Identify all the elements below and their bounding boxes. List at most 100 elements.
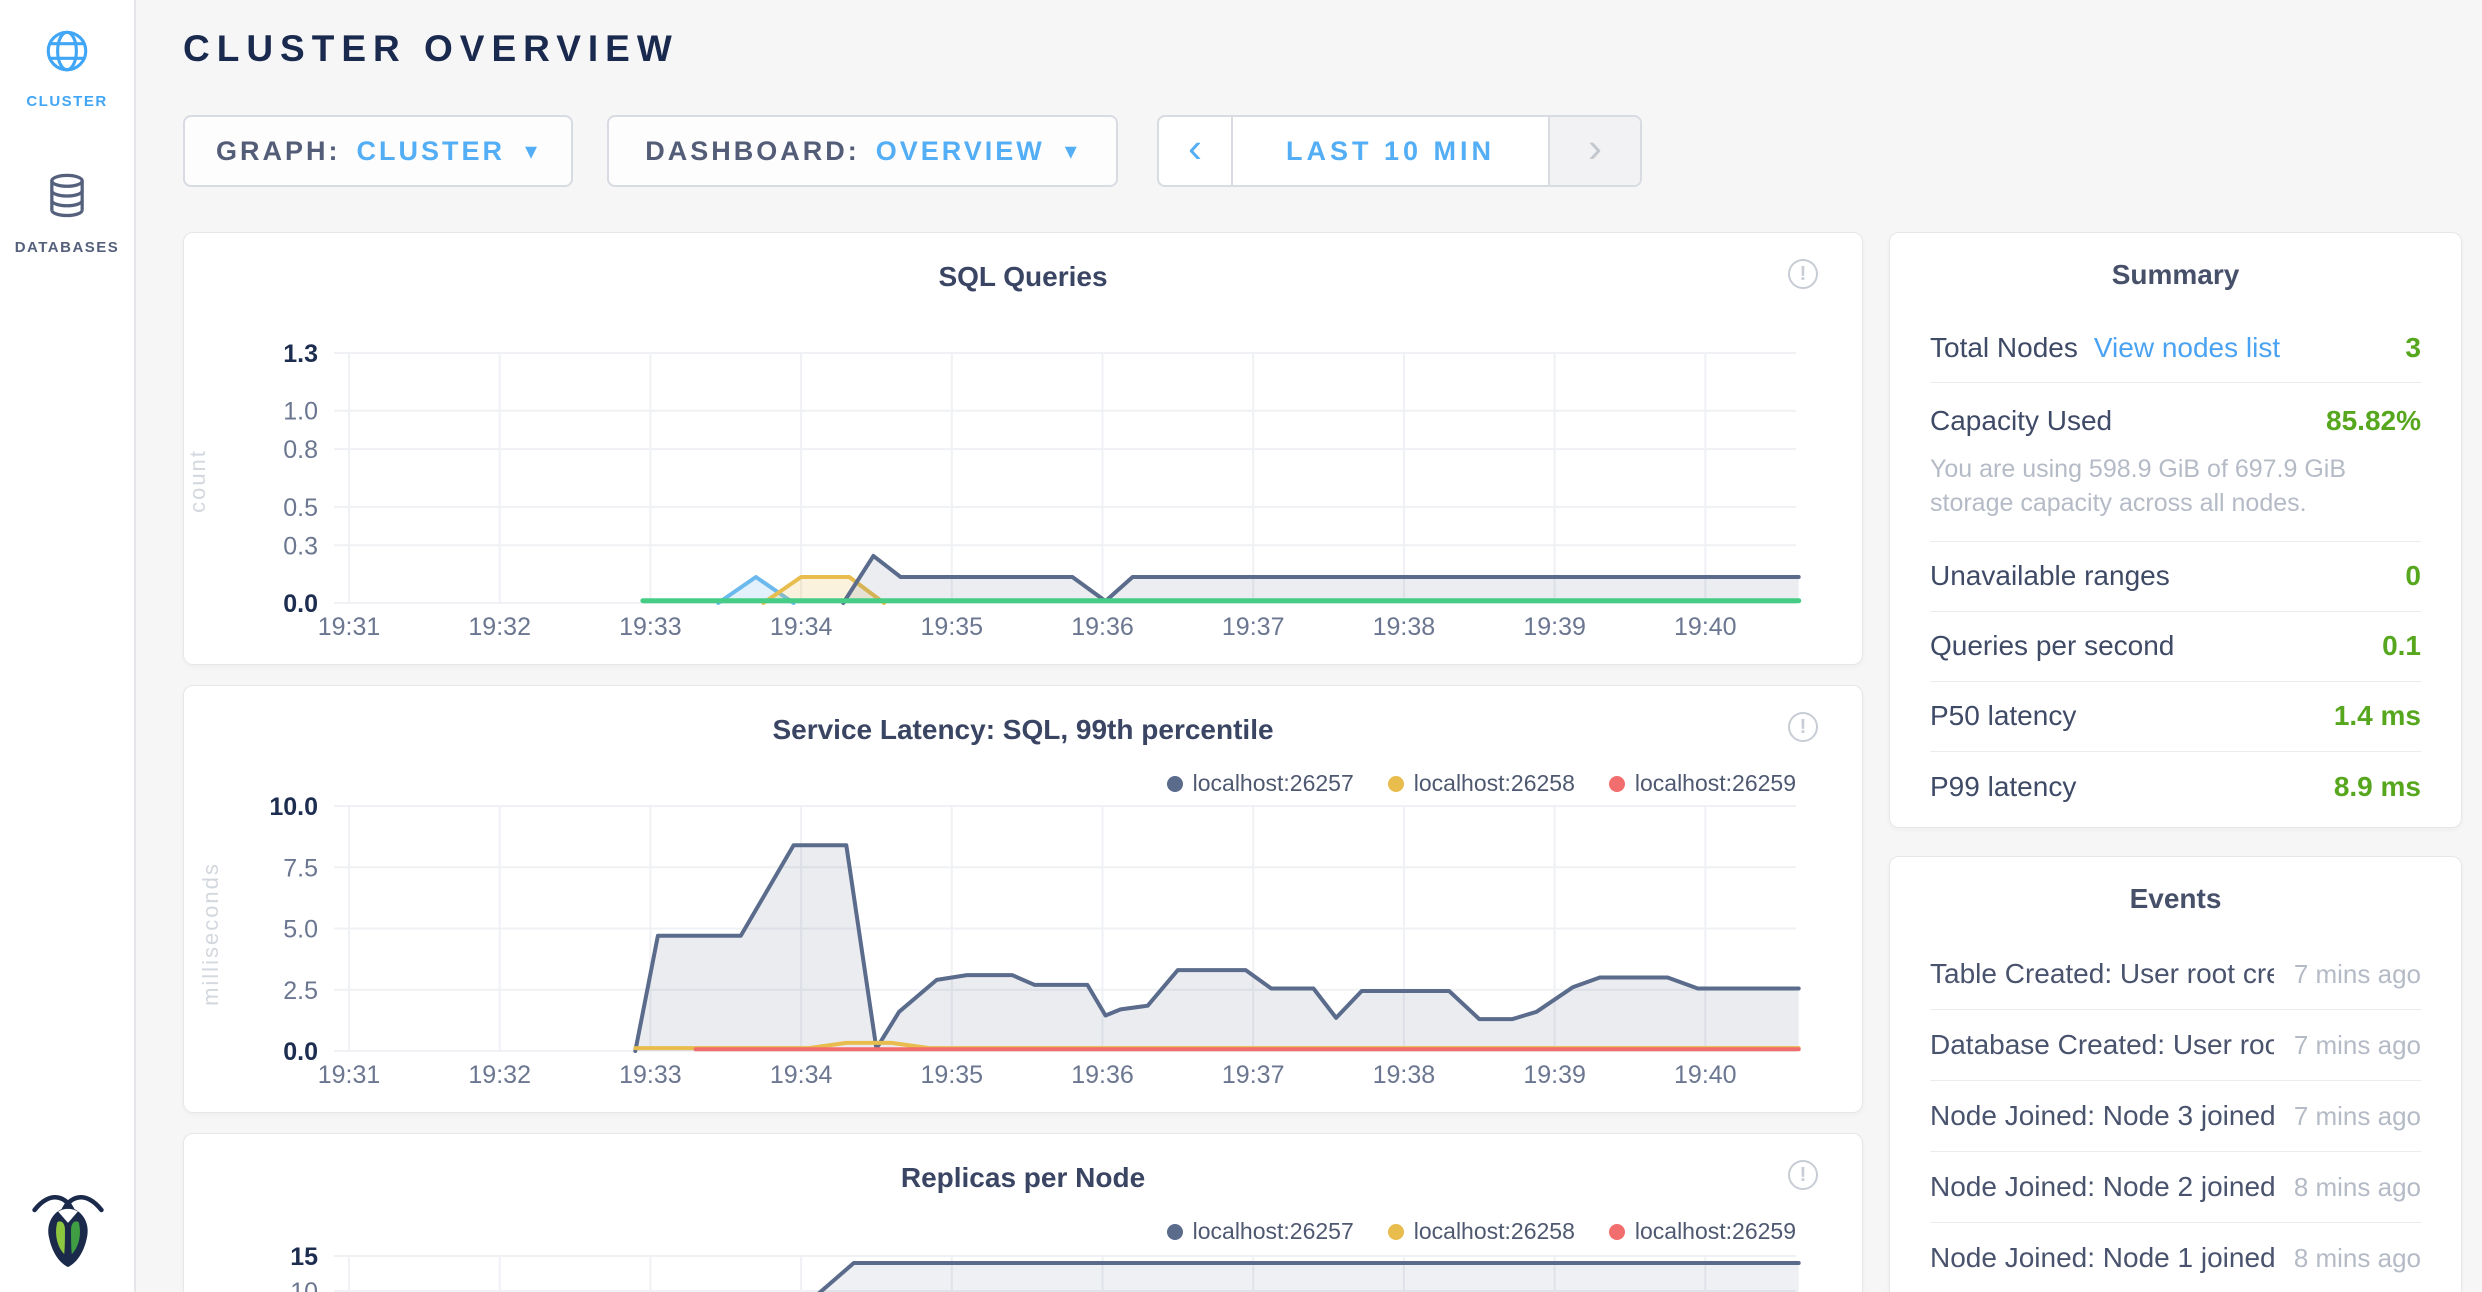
svg-text:19:37: 19:37 xyxy=(1222,1061,1285,1089)
summary-panel: Summary Total Nodes View nodes list 3 Ca… xyxy=(1889,232,2462,828)
sidebar-item-label: DATABASES xyxy=(15,239,120,256)
event-text: Node Joined: Node 1 joined... xyxy=(1930,1242,2274,1274)
svg-text:19:36: 19:36 xyxy=(1071,1061,1134,1089)
svg-text:19:32: 19:32 xyxy=(468,1061,531,1089)
svg-text:19:34: 19:34 xyxy=(770,1061,833,1089)
svg-text:19:40: 19:40 xyxy=(1674,613,1737,641)
charts-column: SQL Queries ! count 19:3119:3219:3319:34… xyxy=(183,232,1863,1292)
chevron-down-icon: ▾ xyxy=(1065,137,1080,166)
service-latency-chart-card: Service Latency: SQL, 99th percentile ! … xyxy=(183,685,1863,1113)
dashboard-dropdown-value: OVERVIEW xyxy=(876,136,1045,167)
database-icon xyxy=(41,170,93,227)
replicas-per-node-chart-card: Replicas per Node ! localhost:26257local… xyxy=(183,1133,1863,1292)
summary-row-total-nodes: Total Nodes View nodes list 3 xyxy=(1930,313,2421,383)
summary-value: 0 xyxy=(2405,560,2421,592)
event-row: Table Created: User root cre... 7 mins a… xyxy=(1930,939,2421,1010)
event-row: Node Joined: Node 2 joined... 8 mins ago xyxy=(1930,1152,2421,1223)
controls-bar: GRAPH: CLUSTER ▾ DASHBOARD: OVERVIEW ▾ ‹… xyxy=(183,115,1642,187)
page-title: CLUSTER OVERVIEW xyxy=(183,28,679,70)
events-title: Events xyxy=(1930,857,2421,915)
event-text: Database Created: User roo... xyxy=(1930,1029,2274,1061)
svg-text:0.0: 0.0 xyxy=(283,590,318,618)
summary-label: P99 latency xyxy=(1930,771,2076,803)
right-column: Summary Total Nodes View nodes list 3 Ca… xyxy=(1889,232,2462,1292)
svg-text:19:39: 19:39 xyxy=(1523,613,1586,641)
event-time: 7 mins ago xyxy=(2294,959,2421,990)
summary-row: P50 latency 1.4 ms xyxy=(1930,682,2421,752)
sql-queries-chart: 19:31 19:32 19:33 19:34 19:35 19:36 19:37 19:38… xyxy=(184,233,1864,666)
dashboard-dropdown-label: DASHBOARD: xyxy=(645,136,860,167)
svg-text:19:37: 19:37 xyxy=(1222,613,1285,641)
time-range-selector: ‹ LAST 10 MIN › xyxy=(1157,115,1642,187)
event-text: Node Joined: Node 3 joined... xyxy=(1930,1100,2274,1132)
svg-text:19:40: 19:40 xyxy=(1674,1061,1737,1089)
svg-text:10: 10 xyxy=(290,1278,318,1292)
view-nodes-list-link[interactable]: View nodes list xyxy=(2094,332,2280,364)
sidebar-item-label: CLUSTER xyxy=(26,93,107,110)
svg-text:10.0: 10.0 xyxy=(269,793,318,821)
svg-text:19:31: 19:31 xyxy=(318,1061,381,1089)
summary-row-capacity: Capacity Used 85.82% You are using 598.9… xyxy=(1930,383,2421,542)
time-next-button[interactable]: › xyxy=(1548,117,1640,185)
svg-text:19:33: 19:33 xyxy=(619,613,682,641)
svg-text:15: 15 xyxy=(290,1243,318,1271)
svg-text:0.5: 0.5 xyxy=(283,494,318,522)
summary-label: Capacity Used xyxy=(1930,405,2112,437)
replicas-per-node-chart: 19:3119:3219:3319:3419:3519:3619:3719:38… xyxy=(184,1134,1864,1292)
cockroach-logo[interactable] xyxy=(30,1186,106,1272)
summary-title: Summary xyxy=(1930,233,2421,291)
summary-value: 85.82% xyxy=(2326,405,2421,437)
graph-dropdown-value: CLUSTER xyxy=(356,136,505,167)
summary-row: P99 latency 8.9 ms xyxy=(1930,752,2421,822)
svg-text:0.8: 0.8 xyxy=(283,436,318,464)
svg-text:0.0: 0.0 xyxy=(283,1038,318,1066)
svg-text:19:31: 19:31 xyxy=(318,613,381,641)
graph-dropdown-label: GRAPH: xyxy=(216,136,341,167)
dashboard-dropdown[interactable]: DASHBOARD: OVERVIEW ▾ xyxy=(607,115,1118,187)
svg-text:19:33: 19:33 xyxy=(619,1061,682,1089)
svg-text:19:38: 19:38 xyxy=(1373,613,1436,641)
event-row: Database Created: User roo... 7 mins ago xyxy=(1930,1010,2421,1081)
sidebar-item-databases[interactable]: DATABASES xyxy=(0,170,134,256)
summary-row: Unavailable ranges 0 xyxy=(1930,542,2421,612)
event-time: 8 mins ago xyxy=(2294,1172,2421,1203)
sidebar-item-cluster[interactable]: CLUSTER xyxy=(0,26,134,110)
time-range-label[interactable]: LAST 10 MIN xyxy=(1233,117,1548,185)
main-content: CLUSTER OVERVIEW GRAPH: CLUSTER ▾ DASHBO… xyxy=(136,0,2482,1292)
svg-text:0.3: 0.3 xyxy=(283,532,318,560)
event-time: 8 mins ago xyxy=(2294,1243,2421,1274)
svg-text:19:38: 19:38 xyxy=(1373,1061,1436,1089)
summary-label: P50 latency xyxy=(1930,700,2076,732)
svg-text:19:39: 19:39 xyxy=(1523,1061,1586,1089)
chevron-down-icon: ▾ xyxy=(525,137,540,166)
event-row: Node Joined: Node 1 joined... 8 mins ago xyxy=(1930,1223,2421,1292)
svg-text:19:35: 19:35 xyxy=(921,1061,984,1089)
svg-text:19:36: 19:36 xyxy=(1071,613,1134,641)
summary-label: Unavailable ranges xyxy=(1930,560,2170,592)
svg-text:5.0: 5.0 xyxy=(283,916,318,944)
svg-text:1.0: 1.0 xyxy=(283,398,318,426)
sql-queries-chart-card: SQL Queries ! count 19:3119:3219:3319:34… xyxy=(183,232,1863,665)
summary-label: Queries per second xyxy=(1930,630,2174,662)
summary-value: 3 xyxy=(2405,332,2421,364)
globe-icon xyxy=(42,26,92,81)
event-text: Table Created: User root cre... xyxy=(1930,958,2274,990)
summary-value: 8.9 ms xyxy=(2334,771,2421,803)
events-panel: Events Table Created: User root cre... 7… xyxy=(1889,856,2462,1292)
summary-value: 1.4 ms xyxy=(2334,700,2421,732)
summary-row: Queries per second 0.1 xyxy=(1930,612,2421,682)
event-time: 7 mins ago xyxy=(2294,1030,2421,1061)
svg-text:19:35: 19:35 xyxy=(921,613,984,641)
svg-text:7.5: 7.5 xyxy=(283,854,318,882)
svg-text:19:34: 19:34 xyxy=(770,613,833,641)
svg-text:19:32: 19:32 xyxy=(468,613,531,641)
summary-label: Total Nodes xyxy=(1930,332,2078,364)
svg-text:2.5: 2.5 xyxy=(283,977,318,1005)
time-prev-button[interactable]: ‹ xyxy=(1159,117,1233,185)
event-time: 7 mins ago xyxy=(2294,1101,2421,1132)
graph-dropdown[interactable]: GRAPH: CLUSTER ▾ xyxy=(183,115,573,187)
svg-text:1.3: 1.3 xyxy=(283,340,318,368)
summary-value: 0.1 xyxy=(2382,630,2421,662)
event-text: Node Joined: Node 2 joined... xyxy=(1930,1171,2274,1203)
event-row: Node Joined: Node 3 joined... 7 mins ago xyxy=(1930,1081,2421,1152)
